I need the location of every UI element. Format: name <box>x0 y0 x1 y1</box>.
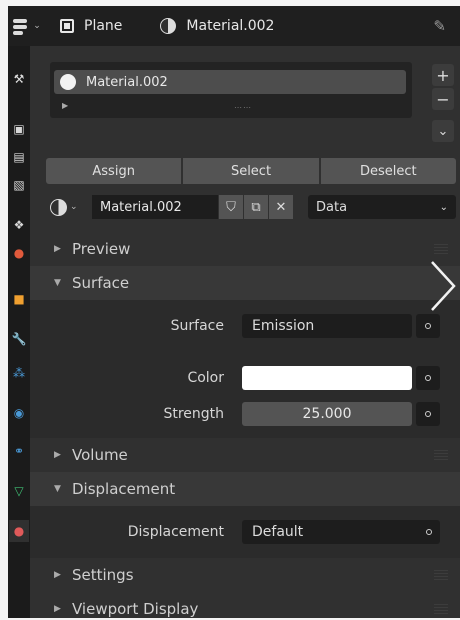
collapsed-triangle-icon: ▶ <box>54 570 61 580</box>
surface-label: Surface <box>170 318 224 334</box>
material-slot-label: Material.002 <box>86 74 168 90</box>
collapsed-triangle-icon: ▶ <box>54 450 61 460</box>
strength-label: Strength <box>163 406 224 422</box>
remove-material-slot-button[interactable]: − <box>432 88 454 110</box>
breadcrumb-object: Plane <box>84 18 123 34</box>
chevron-down-icon: ⌄ <box>70 202 78 212</box>
surface-section-header[interactable]: ▼ Surface <box>30 266 460 300</box>
color-row: Color <box>30 366 460 390</box>
particles-icon[interactable]: ⁂ <box>9 362 29 384</box>
color-label: Color <box>187 370 224 386</box>
output-icon[interactable]: ▤ <box>9 146 29 168</box>
displacement-field[interactable]: Default <box>242 520 440 544</box>
constraints-icon[interactable]: ⚭ <box>9 440 29 462</box>
strength-row: Strength 25.000 <box>30 402 460 426</box>
breadcrumb: Plane Material.002 <box>60 18 274 34</box>
surface-shader-row: Surface Emission <box>30 314 460 338</box>
list-expand-icon[interactable]: ▶ <box>62 101 68 110</box>
strength-field[interactable]: 25.000 <box>242 402 412 426</box>
section-title: Displacement <box>72 480 176 498</box>
x-icon[interactable]: ✕ <box>269 195 293 219</box>
material-datablock-selector: ⌄ Material.002 ⛉ ⧉ ✕ Data ⌄ <box>46 194 456 220</box>
socket-icon[interactable] <box>416 314 440 338</box>
expanded-triangle-icon: ▼ <box>54 484 61 494</box>
preview-section-header[interactable]: ▶ Preview <box>30 232 460 266</box>
chevron-down-icon: ⌄ <box>439 201 448 213</box>
properties-header: ⌄ Plane Material.002 ✎ <box>8 6 460 46</box>
viewport-display-section-header[interactable]: ▶ Viewport Display <box>30 592 460 618</box>
object-data-icon[interactable]: ▽ <box>9 480 29 502</box>
chevron-right-icon[interactable] <box>428 260 458 312</box>
slot-specials-button[interactable]: ⌄ <box>432 120 454 142</box>
view-layer-icon[interactable]: ▧ <box>9 174 29 196</box>
properties-tab-strip: ⚒ ▣ ▤ ▧ ❖ ● ■ 🔧 ⁂ ◉ ⚭ ▽ ● <box>8 46 30 618</box>
section-title: Settings <box>72 566 134 584</box>
properties-editor: ⌄ Plane Material.002 ✎ ⚒ ▣ ▤ ▧ ❖ ● ■ 🔧 ⁂… <box>8 6 460 618</box>
collapsed-triangle-icon: ▶ <box>54 244 61 254</box>
deselect-button[interactable]: Deselect <box>320 158 456 184</box>
mesh-object-icon <box>60 19 74 33</box>
material-icon[interactable]: ● <box>9 520 29 542</box>
world-icon[interactable]: ● <box>9 242 29 264</box>
settings-section-header[interactable]: ▶ Settings <box>30 558 460 592</box>
collapsed-triangle-icon: ▶ <box>54 604 61 614</box>
section-title: Preview <box>72 240 131 258</box>
add-material-slot-button[interactable]: + <box>432 64 454 86</box>
drag-handle-icon[interactable] <box>434 244 448 254</box>
material-slot-item[interactable]: Material.002 <box>54 70 406 94</box>
render-icon[interactable]: ▣ <box>9 118 29 140</box>
pin-icon[interactable]: ✎ <box>433 17 446 35</box>
section-title: Volume <box>72 446 128 464</box>
drag-handle-icon[interactable] <box>434 570 448 580</box>
link-mode-value: Data <box>316 199 348 215</box>
section-title: Viewport Display <box>72 600 199 618</box>
modifier-icon[interactable]: 🔧 <box>9 328 29 350</box>
socket-icon[interactable] <box>416 402 440 426</box>
object-icon[interactable]: ■ <box>9 288 29 310</box>
material-name-field[interactable]: Material.002 <box>92 195 218 219</box>
material-slot-list: Material.002 ▶ ⋯⋯ <box>50 62 412 118</box>
scene-icon[interactable]: ❖ <box>9 214 29 236</box>
slot-actions: Assign Select Deselect <box>46 158 456 184</box>
material-icon <box>160 18 177 34</box>
select-button[interactable]: Select <box>183 158 319 184</box>
duplicate-icon[interactable]: ⧉ <box>244 195 268 219</box>
drag-handle-icon[interactable] <box>434 604 448 614</box>
link-mode-dropdown[interactable]: Data ⌄ <box>308 195 456 219</box>
browse-material-button[interactable]: ⌄ <box>46 195 92 219</box>
chevron-down-icon: ⌄ <box>33 21 41 31</box>
socket-icon[interactable] <box>416 366 440 390</box>
displacement-label: Displacement <box>127 524 224 540</box>
expanded-triangle-icon: ▼ <box>54 278 61 288</box>
assign-button[interactable]: Assign <box>46 158 182 184</box>
volume-section-header[interactable]: ▶ Volume <box>30 438 460 472</box>
color-swatch[interactable] <box>242 366 412 390</box>
editor-type-menu[interactable]: ⌄ <box>8 6 46 46</box>
physics-icon[interactable]: ◉ <box>9 402 29 424</box>
material-preview-icon <box>60 74 76 90</box>
socket-icon <box>426 529 432 535</box>
displacement-row: Displacement Default <box>30 520 460 544</box>
displacement-value: Default <box>252 524 304 540</box>
properties-editor-icon <box>13 18 31 35</box>
breadcrumb-material: Material.002 <box>186 18 275 34</box>
shield-icon[interactable]: ⛉ <box>219 195 243 219</box>
material-properties-panel: Material.002 ▶ ⋯⋯ + − ⌄ Assign Select De… <box>30 46 460 618</box>
drag-handle-icon[interactable] <box>434 450 448 460</box>
surface-shader-field[interactable]: Emission <box>242 314 412 338</box>
list-resize-grip[interactable]: ⋯⋯ <box>234 103 252 112</box>
tool-icon[interactable]: ⚒ <box>9 68 29 90</box>
section-title: Surface <box>72 274 130 292</box>
material-icon <box>50 198 67 216</box>
displacement-section-header[interactable]: ▼ Displacement <box>30 472 460 506</box>
